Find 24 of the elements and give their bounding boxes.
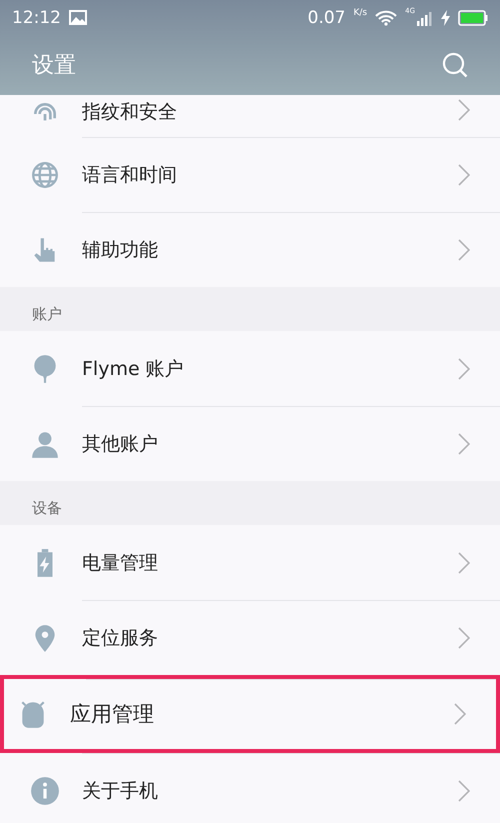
clock-time: 12:12 <box>12 8 61 28</box>
chevron-icon <box>454 703 466 725</box>
chevron-icon <box>458 432 470 454</box>
wifi-icon <box>375 10 398 26</box>
section-header: 账户 <box>32 305 62 324</box>
image-icon <box>69 10 87 25</box>
battery-status-icon <box>458 10 488 26</box>
info-icon <box>30 776 60 806</box>
highlighted-settings-item[interactable]: 应用管理 <box>0 675 500 753</box>
network-speed: 0.07 <box>308 8 346 28</box>
chevron-icon <box>458 780 470 802</box>
chevron-icon <box>458 626 470 648</box>
chevron-icon <box>458 164 470 186</box>
signal-icon <box>417 10 433 26</box>
speed-unit: K/s <box>353 8 368 18</box>
chevron-icon <box>458 99 470 121</box>
search-icon[interactable] <box>442 52 468 78</box>
section-header: 设备 <box>32 499 62 518</box>
chevron-icon <box>458 552 470 574</box>
globe-icon <box>30 160 60 190</box>
charging-icon <box>441 10 450 26</box>
chevron-icon <box>458 238 470 260</box>
chevron-icon <box>458 358 470 380</box>
page-title: 设置 <box>32 52 77 80</box>
